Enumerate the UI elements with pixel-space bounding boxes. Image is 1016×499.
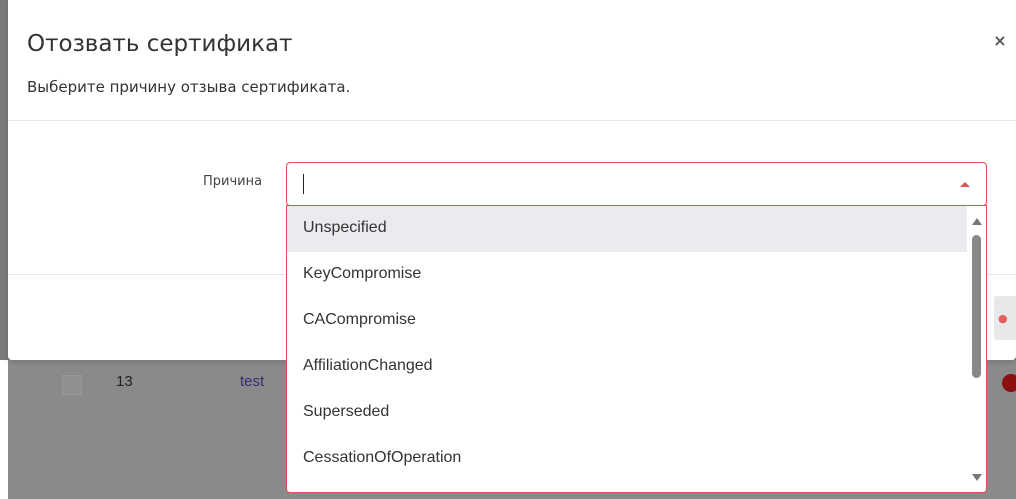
option-affiliationchanged[interactable]: AffiliationChanged [287,344,967,390]
text-caret [303,174,304,194]
reason-dropdown-list: Unspecified KeyCompromise CACompromise A… [286,205,987,493]
option-label: KeyCompromise [303,265,422,282]
scrollbar-thumb[interactable] [972,235,981,378]
option-label: Superseded [303,403,390,420]
modal-header: Отозвать сертификат Выберите причину отз… [8,0,1016,121]
close-icon[interactable]: × [992,33,1008,49]
option-cessationofoperation[interactable]: CessationOfOperation [287,436,967,482]
row-name-link[interactable]: test [240,373,264,390]
chevron-up-icon[interactable] [960,182,970,187]
submit-button[interactable]: ● [994,296,1016,340]
reason-label: Причина [203,174,263,189]
scroll-down-icon[interactable] [972,474,982,481]
option-label: AffiliationChanged [303,357,433,374]
reason-select[interactable] [286,162,987,206]
modal-title: Отозвать сертификат [27,31,293,57]
option-label: Unspecified [303,219,387,236]
option-keycompromise[interactable]: KeyCompromise [287,252,967,298]
option-superseded[interactable]: Superseded [287,390,967,436]
option-cacompromise[interactable]: CACompromise [287,298,967,344]
status-dot-icon [1002,374,1016,392]
page-edge [0,360,8,499]
option-unspecified[interactable]: Unspecified [287,206,967,252]
modal-subtitle: Выберите причину отзыва сертификата. [27,78,351,96]
option-label: CACompromise [303,311,416,328]
row-id: 13 [116,373,133,390]
submit-button-icon: ● [998,312,1008,325]
option-label: CessationOfOperation [303,449,462,466]
scroll-up-icon[interactable] [972,218,982,225]
row-checkbox[interactable] [62,375,82,395]
